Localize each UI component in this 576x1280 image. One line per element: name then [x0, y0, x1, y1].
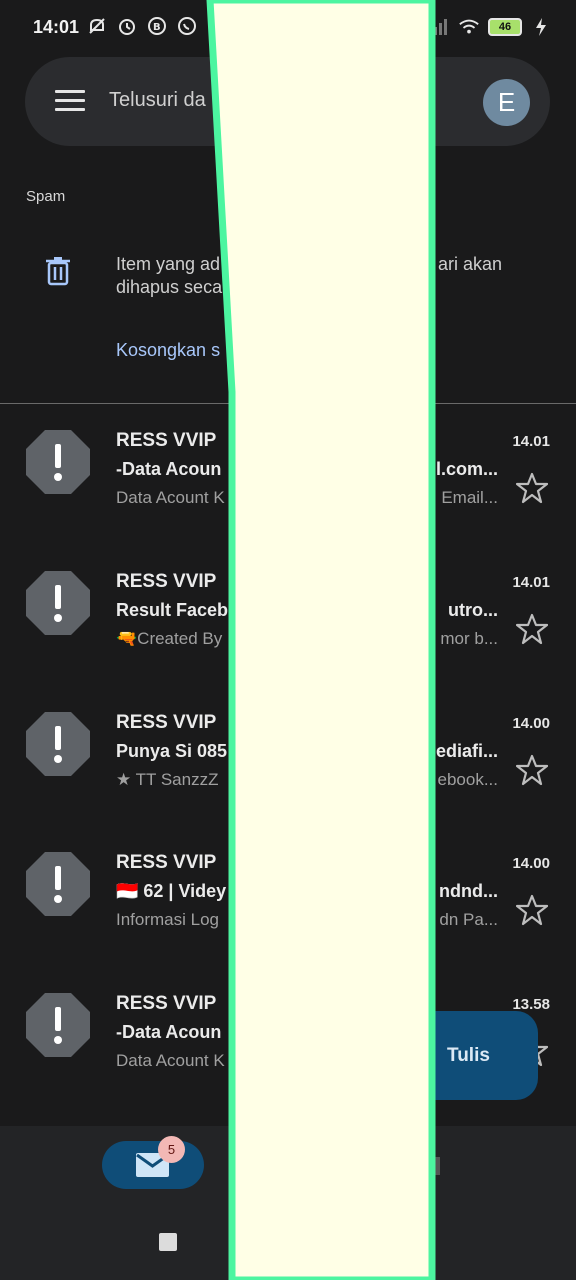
avatar[interactable]: E: [483, 79, 530, 126]
alarm-icon: [116, 15, 138, 37]
mail-row[interactable]: RESS VVIP Punya Si 085 ediafi... ★ TT Sa…: [0, 712, 576, 852]
spam-info-line2: dihapus seca: [116, 277, 223, 297]
mail-preview-text: Data Acount K: [116, 1051, 225, 1070]
spam-info-text: Item yang ad ari akan dihapus seca: [116, 253, 516, 299]
trash-icon: [44, 256, 72, 286]
signal-icon: [428, 16, 450, 38]
mail-preview-trail: mor b...: [440, 629, 498, 648]
battery-icon: 46: [488, 18, 522, 36]
mail-preview: Data Acount K Email...: [116, 488, 498, 508]
mail-sender: RESS VVIP: [116, 712, 217, 733]
mail-preview: 🔫Created By mor b...: [116, 629, 498, 649]
mail-sender: RESS VVIP: [116, 430, 217, 451]
star-icon[interactable]: [515, 472, 549, 504]
mail-subject: Punya Si 085 ediafi...: [116, 741, 498, 762]
mail-subject-text: Punya Si 085: [116, 741, 228, 761]
mail-preview-trail: Email...: [441, 488, 498, 507]
compose-label: Tulis: [447, 1045, 490, 1066]
mail-preview: ★ TT SanzzZ ebook...: [116, 770, 498, 790]
menu-icon[interactable]: [55, 90, 85, 112]
mail-time: 14.00: [512, 855, 550, 872]
folder-label: Spam: [26, 188, 66, 205]
status-right: 46: [428, 16, 552, 38]
mail-subject: 🇮🇩 62 | Videy ndnd...: [116, 881, 498, 902]
mail-preview-text: ★ TT SanzzZ: [116, 770, 219, 789]
status-time: 14:01: [33, 17, 80, 37]
divider: [0, 403, 576, 404]
bbm-icon: B: [146, 15, 168, 37]
mail-preview: Informasi Log dn Pa...: [116, 910, 498, 930]
mail-subject: Result Faceb utro...: [116, 600, 498, 621]
star-icon[interactable]: [515, 894, 549, 926]
mail-subject-trail: ndnd...: [439, 881, 498, 901]
mail-preview-text: Data Acount K: [116, 488, 225, 507]
empty-spam-button[interactable]: Kosongkan s: [116, 340, 220, 361]
spam-info-line1: Item yang ad: [116, 254, 221, 274]
mail-sender: RESS VVIP: [116, 993, 217, 1014]
mail-row[interactable]: RESS VVIP Result Faceb utro... 🔫Created …: [0, 571, 576, 711]
mail-subject-trail: ediafi...: [435, 741, 498, 761]
whatsapp-icon: [176, 15, 198, 37]
mail-subject-text: -Data Acoun: [116, 459, 222, 479]
meet-icon[interactable]: [430, 1157, 440, 1175]
spam-warning-icon: [26, 712, 90, 776]
spam-warning-icon: [26, 993, 90, 1057]
mail-sender: RESS VVIP: [116, 852, 217, 873]
mail-row[interactable]: RESS VVIP 🇮🇩 62 | Videy ndnd... Informas…: [0, 852, 576, 992]
nav-mail-tab[interactable]: [102, 1141, 204, 1189]
mail-subject-text: 🇮🇩 62 | Videy: [116, 881, 227, 901]
mail-badge: 5: [158, 1136, 185, 1163]
recents-button[interactable]: [159, 1233, 177, 1251]
mail-time: 14.01: [512, 433, 550, 450]
search-placeholder[interactable]: Telusuri da: [109, 89, 206, 112]
mail-row[interactable]: RESS VVIP -Data Acoun l.com... Data Acou…: [0, 430, 576, 570]
mail-time: 14.01: [512, 574, 550, 591]
mail-preview-trail: dn Pa...: [439, 910, 498, 929]
mail-time: 14.00: [512, 715, 550, 732]
search-bar[interactable]: Telusuri da E: [25, 57, 550, 146]
mute-icon: [86, 15, 108, 37]
mail-subject-trail: l.com...: [435, 459, 498, 479]
status-icons: B: [86, 15, 198, 37]
mail-preview-text: 🔫Created By: [116, 629, 223, 648]
star-icon[interactable]: [515, 754, 549, 786]
spam-info-line1-trail: ari akan: [438, 254, 503, 274]
mail-subject-text: Result Faceb: [116, 600, 229, 620]
mail-preview-text: Informasi Log: [116, 910, 219, 929]
star-icon[interactable]: [515, 613, 549, 645]
mail-preview-trail: ebook...: [437, 770, 499, 789]
mail-subject-trail: utro...: [448, 600, 498, 620]
wifi-icon: [458, 16, 480, 38]
spam-warning-icon: [26, 852, 90, 916]
charging-icon: [530, 16, 552, 38]
spam-warning-icon: [26, 430, 90, 494]
compose-button[interactable]: Tulis: [410, 1011, 538, 1100]
status-bar: 14:01 B 46: [0, 0, 576, 56]
mail-subject-text: -Data Acoun: [116, 1022, 222, 1042]
svg-text:B: B: [153, 22, 161, 33]
bottom-nav: 5: [0, 1126, 576, 1280]
mail-sender: RESS VVIP: [116, 571, 217, 592]
mail-subject: -Data Acoun l.com...: [116, 459, 498, 480]
spam-warning-icon: [26, 571, 90, 635]
